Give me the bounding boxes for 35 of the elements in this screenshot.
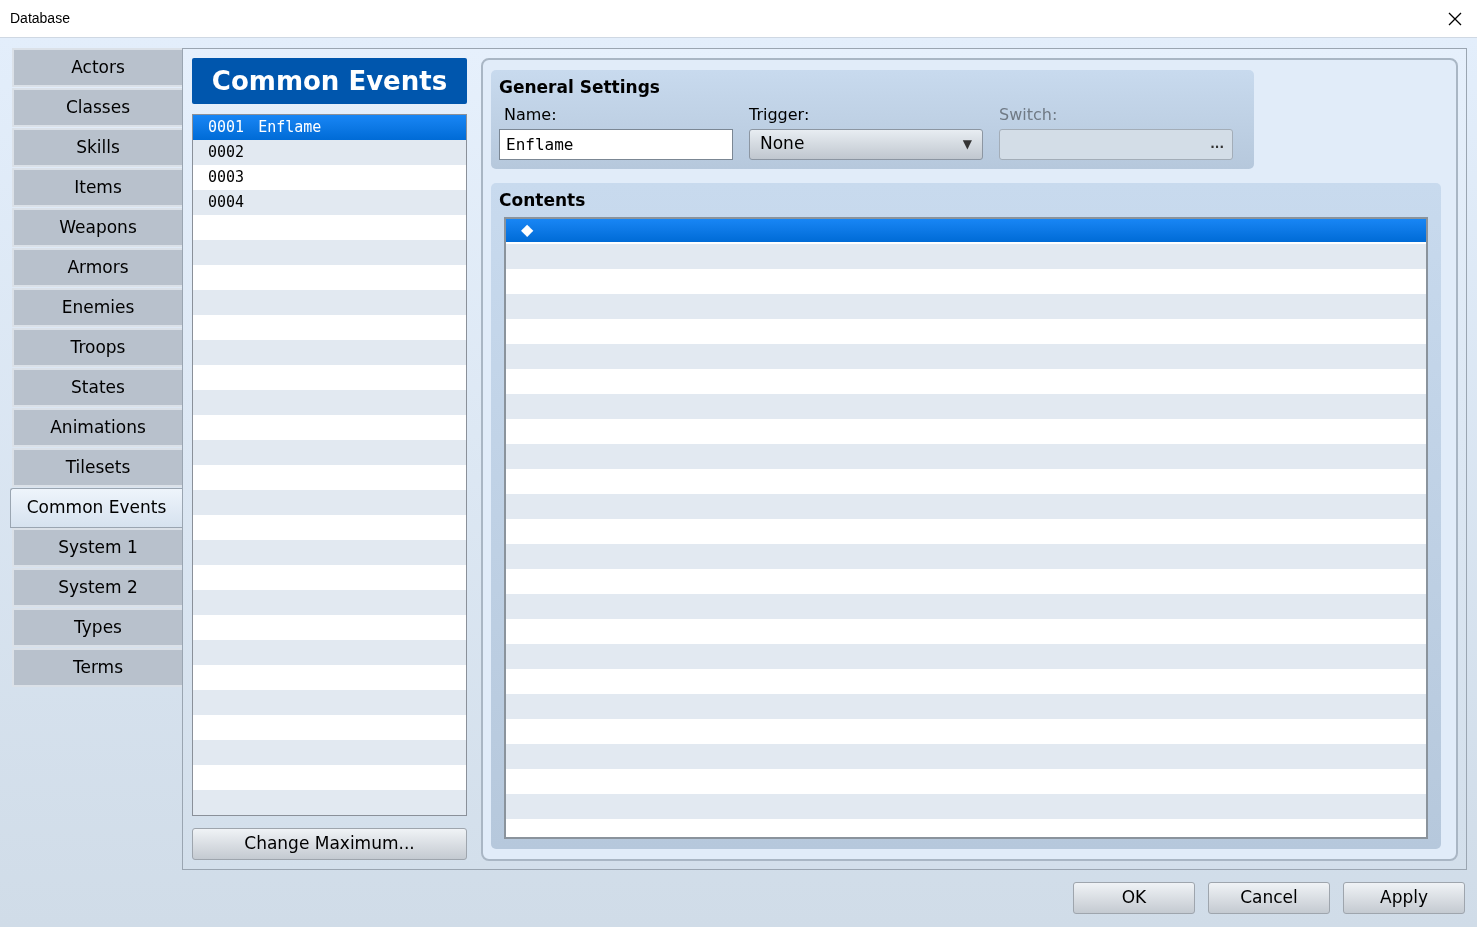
database-tab[interactable]: Classes	[12, 88, 182, 127]
trigger-dropdown[interactable]: None ▼	[749, 128, 983, 160]
database-tab[interactable]: System 1	[12, 528, 182, 567]
field-label: Trigger:	[749, 103, 811, 126]
database-tab[interactable]: Weapons	[12, 208, 182, 247]
database-tab[interactable]: Skills	[12, 128, 182, 167]
section-title: Contents	[499, 189, 587, 212]
database-tab[interactable]: Animations	[12, 408, 182, 447]
database-tab[interactable]: Common Events	[10, 488, 182, 528]
section-title: General Settings	[499, 76, 661, 99]
database-tab[interactable]: System 2	[12, 568, 182, 607]
field-label: Name:	[504, 103, 558, 126]
list-header: Common Events	[192, 58, 467, 104]
dialog-button[interactable]: OK	[1073, 882, 1195, 914]
database-tab[interactable]: Terms	[12, 648, 182, 687]
database-tab[interactable]: Actors	[12, 48, 182, 87]
database-tab[interactable]: Enemies	[12, 288, 182, 327]
event-list-item[interactable]: 0003	[193, 165, 466, 190]
name-field[interactable]: Enflame	[499, 128, 733, 160]
database-tab[interactable]: Tilesets	[12, 448, 182, 487]
database-tab[interactable]: States	[12, 368, 182, 407]
event-list-item[interactable]: 0004	[193, 190, 466, 215]
database-tab[interactable]: Troops	[12, 328, 182, 367]
database-tab[interactable]: Types	[12, 608, 182, 647]
dialog-button[interactable]: Apply	[1343, 882, 1465, 914]
change-maximum-button[interactable]: Change Maximum...	[192, 828, 467, 860]
database-tab[interactable]: Armors	[12, 248, 182, 287]
dialog-button[interactable]: Cancel	[1208, 882, 1330, 914]
database-tab[interactable]: Items	[12, 168, 182, 207]
field-label: Switch:	[999, 103, 1059, 126]
event-list-item[interactable]: 0002	[193, 140, 466, 165]
event-list-item[interactable]: 0001 Enflame	[193, 115, 466, 140]
window-title: Database	[10, 9, 70, 28]
command-row[interactable]: ◆	[506, 218, 1426, 242]
close-icon[interactable]	[1448, 11, 1462, 26]
